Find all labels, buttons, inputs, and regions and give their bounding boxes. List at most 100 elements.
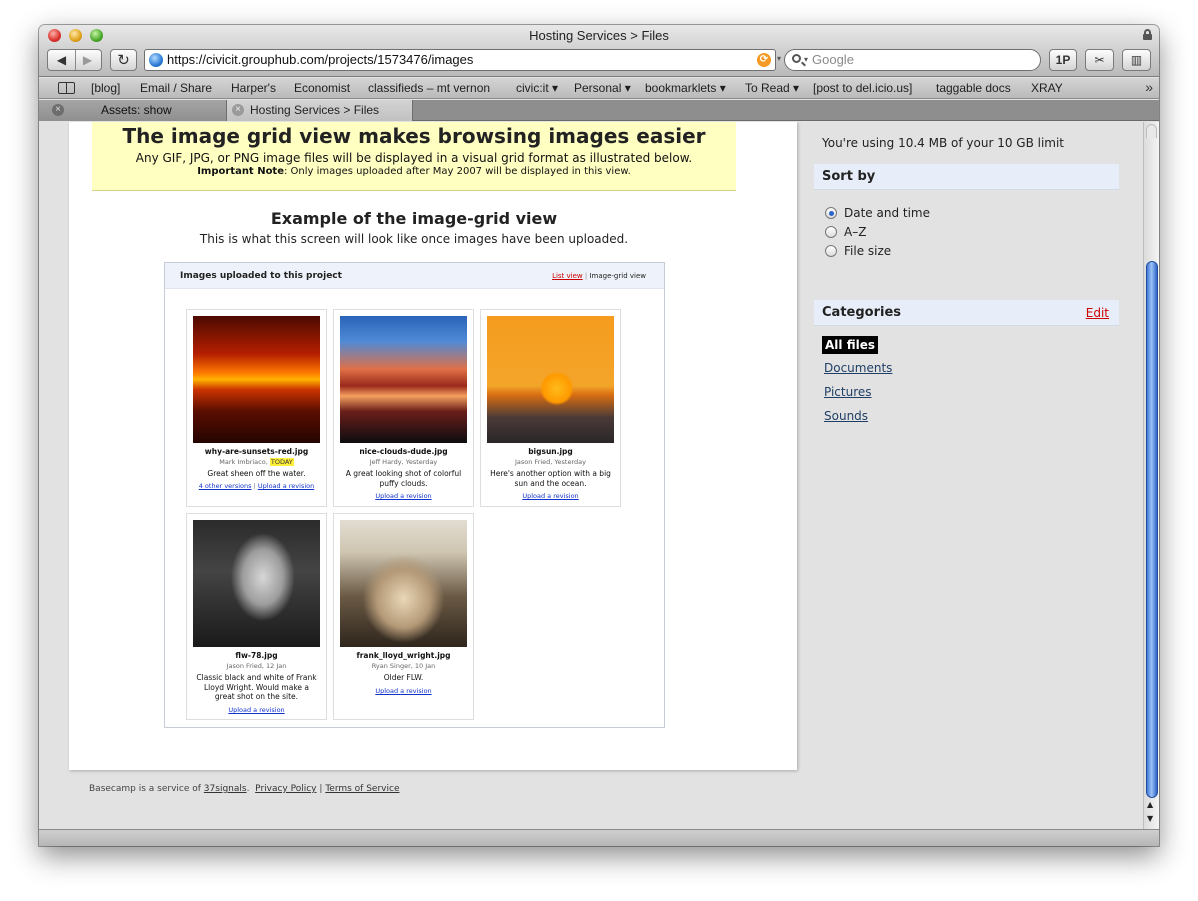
- bookmark-taggable-docs[interactable]: taggable docs: [936, 81, 1011, 95]
- search-placeholder: Google: [812, 52, 854, 67]
- upload-revision-link[interactable]: Upload a revision: [522, 492, 578, 500]
- tab-label: Hosting Services > Files: [250, 103, 380, 117]
- clouds-thumbnail[interactable]: [340, 316, 467, 443]
- view-separator: |: [584, 272, 588, 280]
- reload-button[interactable]: ↻: [110, 49, 137, 71]
- today-badge: TODAY: [269, 458, 294, 466]
- note-label: Important Note: [197, 166, 284, 177]
- footer-separator: |: [319, 784, 323, 794]
- bookmark-classifieds[interactable]: classifieds – mt vernon: [368, 81, 490, 95]
- upload-revision-link[interactable]: Upload a revision: [375, 687, 431, 695]
- footer-dot: .: [246, 784, 250, 794]
- vertical-scrollbar[interactable]: ▲ ▼: [1143, 122, 1159, 829]
- reader-tool-button[interactable]: ▥: [1122, 49, 1151, 71]
- bookmark-xray[interactable]: XRAY: [1031, 81, 1063, 95]
- other-versions-link[interactable]: 4 other versions: [199, 482, 252, 490]
- footer-prefix: Basecamp is a service of: [89, 784, 201, 794]
- site-globe-icon: [149, 53, 163, 67]
- image-author: Ryan Singer, 10 Jan: [371, 662, 436, 670]
- image-filename[interactable]: nice-clouds-dude.jpg: [334, 447, 473, 456]
- title-toolbar: Hosting Services > Files ◀ ▶ ↻ https://ci…: [39, 25, 1159, 77]
- flw-portrait-thumbnail[interactable]: [193, 520, 320, 647]
- upload-revision-link[interactable]: Upload a revision: [375, 492, 431, 500]
- flw-hat-thumbnail[interactable]: [340, 520, 467, 647]
- search-menu-icon[interactable]: ▾: [804, 50, 808, 70]
- address-dropdown-icon[interactable]: ▾: [777, 54, 781, 63]
- list-view-link[interactable]: List view: [552, 272, 583, 280]
- main-panel: The image grid view makes browsing image…: [69, 122, 797, 770]
- clip-tool-button[interactable]: ✂: [1085, 49, 1114, 71]
- bookmark-harpers[interactable]: Harper's: [231, 81, 276, 95]
- bookmark-post-delicious[interactable]: [post to del.icio.us]: [813, 81, 912, 95]
- scroll-up-arrow-icon[interactable]: ▲: [1147, 800, 1153, 809]
- tab-assets-show[interactable]: × Assets: show: [39, 100, 227, 121]
- sort-by-header: Sort by: [814, 164, 1119, 190]
- company-link[interactable]: 37signals: [204, 784, 247, 794]
- image-card: bigsun.jpg Jason Fried, Yesterday Here's…: [480, 309, 621, 507]
- image-author: Jeff Hardy, Yesterday: [369, 458, 438, 466]
- categories-title: Categories: [822, 305, 902, 320]
- info-banner: The image grid view makes browsing image…: [92, 122, 736, 191]
- bookmark-personal[interactable]: Personal ▾: [574, 81, 631, 95]
- bigsun-thumbnail[interactable]: [487, 316, 614, 443]
- bookmark-civicit[interactable]: civic:it ▾: [516, 81, 558, 95]
- category-pictures[interactable]: Pictures: [824, 385, 872, 399]
- category-sounds[interactable]: Sounds: [824, 409, 868, 423]
- note-text: : Only images uploaded after May 2007 wi…: [284, 166, 631, 177]
- upload-revision-link[interactable]: Upload a revision: [228, 706, 284, 714]
- bookmark-email-share[interactable]: Email / Share: [140, 81, 212, 95]
- page-footer: Basecamp is a service of 37signals. Priv…: [89, 784, 399, 794]
- search-field[interactable]: ▾ Google: [784, 49, 1041, 71]
- scroll-thumb[interactable]: [1146, 261, 1158, 798]
- bookmark-blog[interactable]: [blog]: [91, 81, 120, 95]
- image-filename[interactable]: bigsun.jpg: [481, 447, 620, 456]
- privacy-policy-link[interactable]: Privacy Policy: [255, 784, 316, 794]
- image-author: Jason Fried, Yesterday: [514, 458, 586, 466]
- bookmark-bookmarklets[interactable]: bookmarklets ▾: [645, 81, 726, 95]
- bookmark-economist[interactable]: Economist: [294, 81, 350, 95]
- page-viewport: The image grid view makes browsing image…: [39, 122, 1143, 829]
- tab-bar: × Assets: show × Hosting Services > File…: [39, 100, 1159, 121]
- image-description: Here's another option with a big sun and…: [490, 469, 611, 488]
- banner-title: The image grid view makes browsing image…: [122, 124, 706, 148]
- image-links: 4 other versions | Upload a revision: [187, 482, 326, 490]
- image-description: Classic black and white of Frank Lloyd W…: [196, 673, 317, 701]
- image-filename[interactable]: frank_lloyd_wright.jpg: [334, 651, 473, 660]
- sort-option-label: A–Z: [844, 225, 867, 239]
- bookmarks-overflow-icon[interactable]: »: [1145, 79, 1153, 95]
- bookmarks-bar: [blog] Email / Share Harper's Economist …: [39, 78, 1159, 99]
- terms-of-service-link[interactable]: Terms of Service: [325, 784, 399, 794]
- link-separator: |: [253, 482, 256, 490]
- example-title: Example of the image-grid view: [270, 209, 558, 228]
- categories-edit-link[interactable]: Edit: [1086, 300, 1109, 326]
- radio-selected-icon[interactable]: [825, 207, 837, 219]
- scroll-down-arrow-icon[interactable]: ▼: [1147, 814, 1153, 823]
- example-subtitle: This is what this screen will look like …: [199, 232, 629, 246]
- scroll-track-cap: [1146, 124, 1157, 138]
- image-card: frank_lloyd_wright.jpg Ryan Singer, 10 J…: [333, 513, 474, 720]
- onepassword-button[interactable]: 1P: [1049, 49, 1077, 71]
- back-button[interactable]: ◀: [49, 50, 75, 70]
- image-grid-view-label: Image-grid view: [589, 272, 646, 280]
- radio-icon[interactable]: [825, 245, 837, 257]
- bookmark-to-read[interactable]: To Read ▾: [745, 81, 799, 95]
- tab-close-icon[interactable]: ×: [232, 104, 244, 116]
- category-documents[interactable]: Documents: [824, 361, 892, 375]
- category-all-files[interactable]: All files: [822, 336, 878, 354]
- address-bar[interactable]: https://civicit.grouphub.com/projects/15…: [144, 49, 776, 71]
- image-grid-example: Images uploaded to this project List vie…: [164, 262, 665, 728]
- forward-button[interactable]: ▶: [75, 50, 101, 70]
- address-text[interactable]: https://civicit.grouphub.com/projects/15…: [167, 50, 473, 70]
- image-filename[interactable]: flw-78.jpg: [187, 651, 326, 660]
- tab-hosting-services-files[interactable]: × Hosting Services > Files: [227, 100, 413, 121]
- lock-icon: [1143, 29, 1152, 40]
- tab-close-icon[interactable]: ×: [52, 104, 64, 116]
- rss-icon[interactable]: ⟳: [757, 53, 771, 67]
- image-filename[interactable]: why-are-sunsets-red.jpg: [187, 447, 326, 456]
- search-icon: [792, 54, 801, 63]
- image-card: nice-clouds-dude.jpg Jeff Hardy, Yesterd…: [333, 309, 474, 507]
- upload-revision-link[interactable]: Upload a revision: [258, 482, 314, 490]
- bookmarks-book-icon[interactable]: [58, 82, 75, 94]
- radio-icon[interactable]: [825, 226, 837, 238]
- sunset-red-thumbnail[interactable]: [193, 316, 320, 443]
